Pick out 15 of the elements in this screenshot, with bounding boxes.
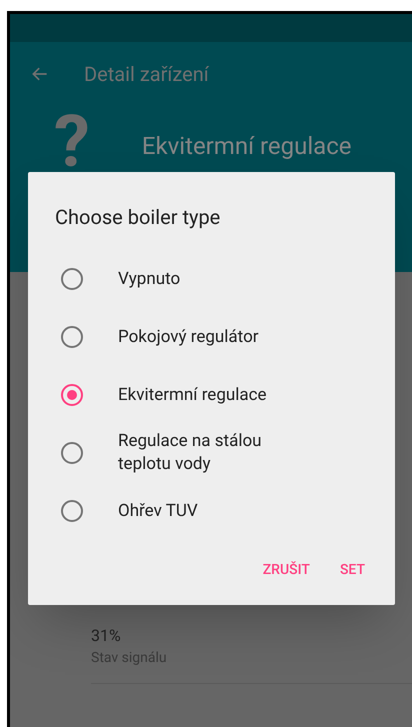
radio-option[interactable]: Ohřev TUV [28,482,395,540]
page-title: Detail zařízení [84,61,209,88]
radio-button[interactable] [61,442,83,464]
radio-option[interactable]: Ekvitermní regulace [28,366,395,424]
radio-button[interactable] [61,384,83,406]
unknown-device-icon: ? [54,106,90,178]
list-item-value: 31% [91,625,122,647]
radio-button[interactable] [61,326,83,348]
radio-button[interactable] [61,268,83,290]
dialog-title: Choose boiler type [54,204,222,231]
radio-option[interactable]: Pokojový regulátor [28,308,395,366]
radio-option[interactable]: Regulace na stálou teplotu vody [28,424,395,482]
radio-option[interactable]: Vypnuto [28,250,395,308]
device-mode-subtitle: Ekvitermní regulace [142,131,352,162]
radio-button[interactable] [61,500,83,522]
